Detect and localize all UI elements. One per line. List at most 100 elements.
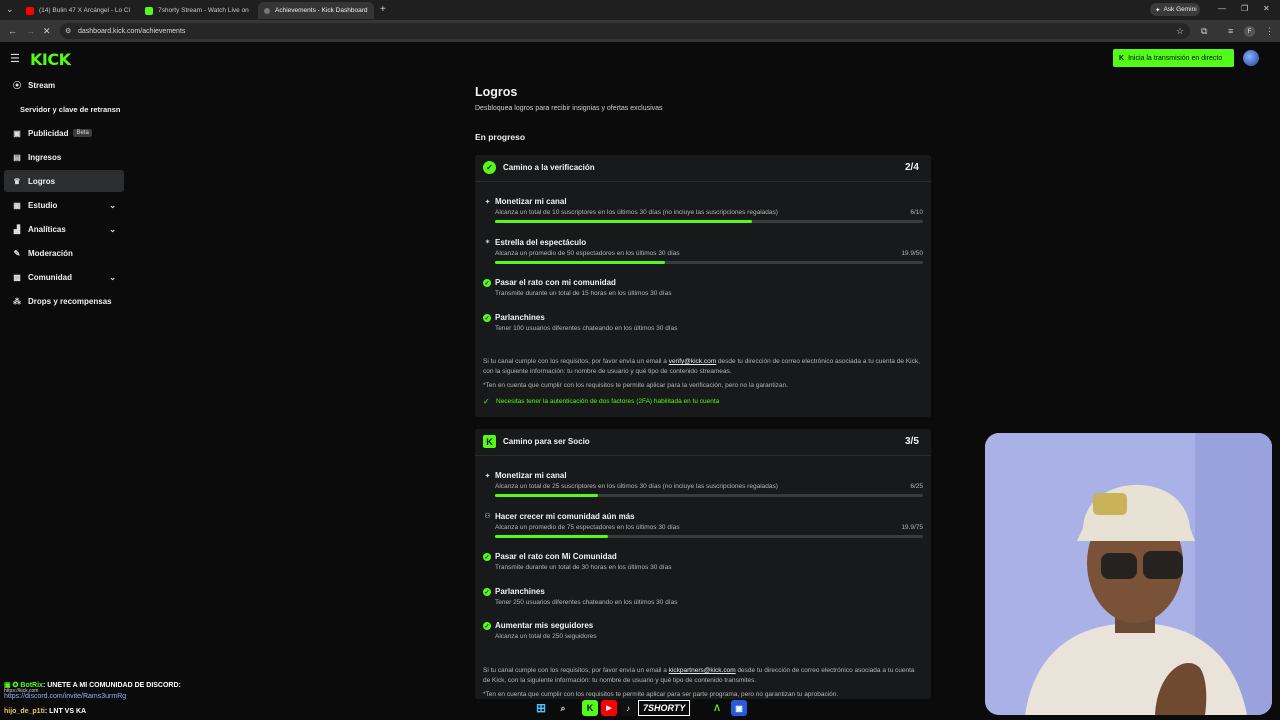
trophy-icon: ♛ bbox=[13, 176, 21, 186]
achievement-title: Monetizar mi canal bbox=[495, 471, 567, 480]
ask-gemini-button[interactable]: ✦ Ask Gemini bbox=[1150, 3, 1200, 16]
partner-email-link[interactable]: kickpartners@kick.com bbox=[669, 667, 736, 674]
sidebar-item-moderation[interactable]: ✎ Moderación bbox=[4, 242, 124, 264]
progress-fill bbox=[495, 535, 609, 538]
kick-logo[interactable]: KICK bbox=[30, 50, 71, 69]
achievement-desc: Alcanza un total de 10 suscriptores en l… bbox=[495, 209, 778, 216]
broadcast-icon: ⦿ bbox=[13, 80, 21, 90]
achievement-title: Pasar el rato con mi comunidad bbox=[495, 278, 616, 287]
terminal-app-icon[interactable]: Λ bbox=[709, 700, 725, 716]
sidebar-item-analytics[interactable]: ▟ Analíticas ⌄ bbox=[4, 218, 124, 240]
sidebar-item-label: Logros bbox=[28, 176, 56, 186]
ad-icon: ▣ bbox=[13, 128, 21, 138]
achievement-title: Parlanchines bbox=[495, 313, 545, 322]
wrench-icon: ✎ bbox=[13, 248, 21, 258]
sidebar-item-achievements[interactable]: ♛ Logros bbox=[4, 170, 124, 192]
achievement-title: Pasar el rato con Mi Comunidad bbox=[495, 552, 617, 561]
close-tab-icon[interactable]: ✕ bbox=[368, 7, 375, 15]
sidebar-item-drops[interactable]: ⁂ Drops y recompensas bbox=[4, 290, 124, 312]
app-icon[interactable]: ▣ bbox=[731, 700, 747, 716]
sidebar-subitem-server-key[interactable]: Servidor y clave de retransn bbox=[4, 98, 124, 120]
close-tab-icon[interactable]: ✕ bbox=[130, 7, 136, 15]
drops-icon: ⁂ bbox=[13, 296, 21, 306]
note-text: Si tu canal cumple con los requisitos, p… bbox=[483, 358, 669, 365]
kick-k-icon: K bbox=[1119, 54, 1125, 62]
2fa-requirement: Necesitas tener la autenticación de dos … bbox=[496, 398, 720, 405]
check-circle-icon: ✓ bbox=[483, 622, 491, 630]
close-tab-icon[interactable]: ✕ bbox=[249, 7, 256, 15]
progress-fill bbox=[495, 220, 752, 223]
verification-disclaimer: *Ten en cuenta que cumplir con los requi… bbox=[483, 382, 788, 389]
sidebar-item-label: Estudio bbox=[28, 200, 58, 210]
tab-search-icon[interactable]: ⌄ bbox=[6, 4, 14, 15]
page-title: Logros bbox=[475, 85, 518, 99]
site-info-icon[interactable]: ⚙ bbox=[65, 27, 71, 35]
menu-icon[interactable]: ☰ bbox=[10, 52, 20, 65]
minimize-icon[interactable]: — bbox=[1218, 4, 1226, 13]
achievement-desc: Alcanza un total de 25 suscriptores en l… bbox=[495, 483, 778, 490]
youtube-app-icon[interactable]: ▶ bbox=[601, 700, 617, 716]
verified-badge-icon: ✓ bbox=[483, 161, 496, 174]
check-circle-icon: ✓ bbox=[483, 279, 491, 287]
progress-fill bbox=[495, 261, 666, 264]
go-live-button[interactable]: K Inicia la transmisión en directo bbox=[1113, 49, 1234, 67]
user-avatar[interactable] bbox=[1243, 50, 1259, 66]
new-tab-button[interactable]: + bbox=[380, 4, 386, 15]
check-circle-icon: ✓ bbox=[483, 314, 491, 322]
sidebar-item-stream[interactable]: ⦿ Stream bbox=[4, 74, 124, 96]
sidebar-item-label: Comunidad bbox=[28, 272, 72, 282]
maximize-icon[interactable]: ❐ bbox=[1241, 4, 1248, 13]
dollar-sparkle-icon: ✦ bbox=[484, 473, 491, 480]
chevron-down-icon: ⌄ bbox=[109, 200, 116, 210]
url-text: dashboard.kick.com/achievements bbox=[78, 27, 186, 35]
revenue-icon: ▤ bbox=[13, 152, 21, 162]
sidebar-item-label: Ingresos bbox=[28, 152, 62, 162]
tab-title: Achievements - Kick Dashboard bbox=[275, 7, 368, 14]
loading-favicon-icon bbox=[264, 7, 270, 14]
bookmark-star-icon[interactable]: ☆ bbox=[1176, 26, 1184, 37]
page-subtitle: Desbloquea logros para recibir insignias… bbox=[475, 105, 663, 112]
browser-tab[interactable]: (14) Bulin 47 X Arcángel - Lo Cl ✕ bbox=[20, 2, 136, 19]
browser-menu-icon[interactable]: ⋮ bbox=[1265, 26, 1274, 37]
profile-avatar[interactable]: F bbox=[1244, 26, 1255, 37]
chat-link[interactable]: https://discord.com/invite/Rams3urmRg bbox=[4, 693, 126, 700]
achievement-title: Estrella del espectáculo bbox=[495, 238, 587, 247]
sidebar-item-community[interactable]: ▩ Comunidad ⌄ bbox=[4, 266, 124, 288]
stop-loading-icon[interactable]: ✕ bbox=[43, 26, 51, 37]
achievement-value: 6/25 bbox=[910, 483, 923, 490]
browser-tab[interactable]: 7shorty Stream - Watch Live on ✕ bbox=[139, 2, 255, 19]
achievement-desc: Transmite durante un total de 30 horas e… bbox=[495, 564, 672, 571]
achievement-value: 19.9/75 bbox=[901, 524, 923, 531]
chat-message: hijo_de_p1ti: LNT VS KA bbox=[4, 708, 86, 715]
search-icon[interactable]: ⌕ bbox=[555, 700, 571, 716]
kick-app-icon[interactable]: K bbox=[582, 700, 598, 716]
url-field[interactable]: dashboard.kick.com/achievements bbox=[60, 23, 1190, 39]
forward-icon[interactable]: → bbox=[26, 26, 35, 36]
browser-tab-active[interactable]: Achievements - Kick Dashboard ✕ bbox=[258, 2, 374, 19]
gemini-icon: ✦ bbox=[1155, 6, 1161, 14]
verify-email-link[interactable]: verify@kick.com bbox=[669, 358, 716, 365]
card-title: Camino para ser Socio bbox=[503, 437, 590, 446]
sidebar-item-studio[interactable]: ▦ Estudio ⌄ bbox=[4, 194, 124, 216]
star-icon: ✶ bbox=[484, 239, 491, 246]
sidebar-item-label: Stream bbox=[28, 80, 56, 90]
back-icon[interactable]: ← bbox=[8, 26, 17, 36]
close-window-icon[interactable]: ✕ bbox=[1263, 4, 1270, 13]
progress-fill bbox=[495, 494, 598, 497]
sidebar-item-advertising[interactable]: ▣ Publicidad Beta bbox=[4, 122, 124, 144]
media-icon[interactable]: ≡ bbox=[1228, 26, 1233, 36]
beta-badge: Beta bbox=[73, 129, 92, 137]
tab-title: 7shorty Stream - Watch Live on bbox=[158, 7, 249, 14]
achievement-title: Monetizar mi canal bbox=[495, 197, 567, 206]
community-icon: ▩ bbox=[13, 272, 21, 282]
tiktok-app-icon[interactable]: ♪ bbox=[620, 700, 636, 716]
streamer-webcam-image bbox=[985, 433, 1272, 715]
sidebar-item-label: Drops y recompensas bbox=[28, 296, 112, 306]
tab-title: (14) Bulin 47 X Arcángel - Lo Cl bbox=[39, 7, 131, 14]
people-icon: ⚇ bbox=[484, 513, 491, 520]
windows-start-icon[interactable]: ⊞ bbox=[533, 700, 549, 716]
extensions-icon[interactable]: ⧉ bbox=[1201, 26, 1207, 37]
achievement-value: 19.9/50 bbox=[901, 250, 923, 257]
sidebar-item-revenue[interactable]: ▤ Ingresos bbox=[4, 146, 124, 168]
achievement-desc: Alcanza un total de 250 seguidores bbox=[495, 633, 597, 640]
